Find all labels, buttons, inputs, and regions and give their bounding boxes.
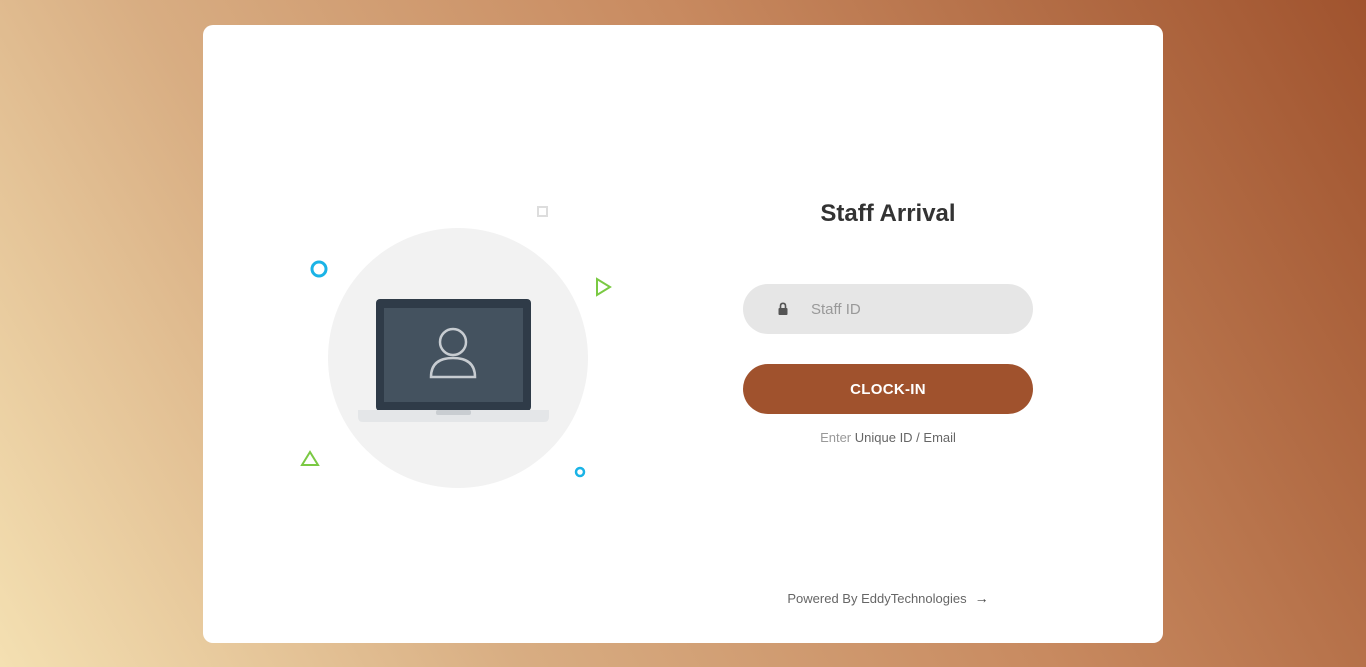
staff-id-field[interactable] <box>743 284 1033 334</box>
arrow-right-icon: → <box>974 590 989 606</box>
hint-link[interactable]: Unique ID / Email <box>855 430 956 445</box>
powered-by-text: Powered By EddyTechnologies <box>787 591 967 606</box>
decor-small-circle-icon <box>574 466 586 478</box>
decor-triangle-icon <box>596 277 612 297</box>
powered-by-link[interactable]: Powered By EddyTechnologies → <box>743 590 1033 606</box>
decor-triangle-icon <box>300 450 320 466</box>
decor-square-icon <box>537 206 548 217</box>
laptop-icon <box>358 299 549 422</box>
login-card: Staff Arrival CLOCK-IN Enter Unique ID /… <box>203 25 1163 643</box>
hint-prefix: Enter <box>820 430 852 445</box>
lock-icon <box>778 302 788 315</box>
decor-circle-icon <box>310 260 328 278</box>
clock-in-button[interactable]: CLOCK-IN <box>743 364 1033 414</box>
staff-id-input[interactable] <box>811 284 1011 334</box>
login-illustration <box>283 195 623 505</box>
page-title: Staff Arrival <box>820 200 956 227</box>
input-hint: Enter Unique ID / Email <box>743 430 1033 445</box>
laptop-user-illustration <box>300 206 612 488</box>
